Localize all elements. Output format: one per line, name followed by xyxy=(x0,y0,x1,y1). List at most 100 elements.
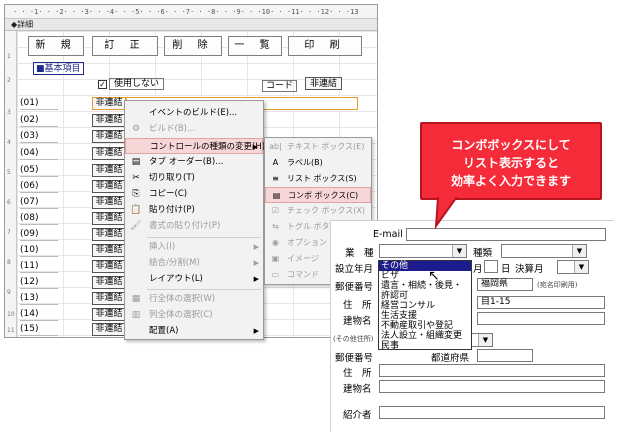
building2-field[interactable] xyxy=(379,380,605,393)
mouse-cursor-icon: ↖ xyxy=(428,268,440,284)
day-field[interactable] xyxy=(484,260,498,273)
dropdown-option[interactable]: 不動産取引や登記 xyxy=(379,321,471,331)
row-field[interactable]: 非連結 xyxy=(92,244,126,257)
prefecture-field[interactable]: 福岡県 xyxy=(477,278,533,291)
row-label: (03) xyxy=(20,130,58,143)
type-combobox[interactable]: ▼ xyxy=(501,244,587,258)
row-field[interactable]: 非連結 xyxy=(92,228,126,241)
row-field[interactable]: 非連結 xyxy=(92,147,126,160)
submenu-item-textbox[interactable]: ab| テキスト ボックス(E) xyxy=(265,139,371,155)
row-label: (08) xyxy=(20,212,58,225)
menu-item-label: レイアウト(L) xyxy=(149,274,203,284)
referrer-label: 紹介者 xyxy=(343,410,372,421)
submenu-item-label[interactable]: A ラベル(B) xyxy=(265,155,371,171)
ruler-tick: 5 xyxy=(7,169,11,176)
label-icon: A xyxy=(272,158,279,167)
menu-item-label: 配置(A) xyxy=(149,326,179,336)
row-label: (14) xyxy=(20,308,58,321)
menu-item-select-row[interactable]: ▦ 行全体の選択(W) xyxy=(125,291,263,307)
delete-button[interactable]: 削 除 xyxy=(164,36,222,56)
row-field[interactable]: 非連結 xyxy=(92,276,126,289)
type-label: 種類 xyxy=(473,248,493,259)
menu-item-label: 貼り付け(P) xyxy=(149,205,195,215)
callout-line: コンボボックスにして xyxy=(451,138,571,152)
ruler-tick: 9 xyxy=(7,289,11,296)
menu-item-tab-order[interactable]: ▤ タブ オーダー(B)... xyxy=(125,154,263,170)
chevron-down-icon[interactable]: ▼ xyxy=(572,245,586,257)
checkbox-unused-label: 使用しない xyxy=(109,78,165,90)
menu-item-layout[interactable]: レイアウト(L) ▶ xyxy=(125,271,263,287)
edit-button[interactable]: 訂 正 xyxy=(92,36,158,56)
menu-item-label: イベントのビルド(E)... xyxy=(149,108,238,118)
menu-item-label: 列全体の選択(C) xyxy=(149,310,213,320)
menu-item-label: タブ オーダー(B)... xyxy=(149,157,224,167)
menu-item-build[interactable]: ⚙ ビルド(B)... xyxy=(125,121,263,137)
menu-item-label: ビルド(B)... xyxy=(149,124,196,134)
print-button[interactable]: 印 刷 xyxy=(288,36,362,56)
menu-item-insert[interactable]: 挿入(I) ▶ xyxy=(125,239,263,255)
new-button[interactable]: 新 規 xyxy=(28,36,84,56)
chevron-down-icon[interactable]: ▼ xyxy=(478,334,492,346)
row-field-selected[interactable]: 非連結 xyxy=(92,97,126,110)
industry-combobox[interactable]: ▼ xyxy=(379,244,467,258)
fiscal-month-combobox[interactable]: ▼ xyxy=(557,260,589,274)
menu-item-arrange[interactable]: 配置(A) ▶ xyxy=(125,323,263,339)
row-field[interactable]: 非連結 xyxy=(92,130,126,143)
address-field[interactable]: 目1-15 xyxy=(477,296,605,309)
row-field[interactable]: 非連結 xyxy=(92,164,126,177)
submenu-item-label: コマンド xyxy=(287,270,319,279)
row-field[interactable]: 非連結 xyxy=(92,292,126,305)
dropdown-option[interactable]: ビザ xyxy=(379,271,471,281)
row-label: (02) xyxy=(20,114,58,127)
menu-item-change-control-type[interactable]: コントロールの種類の変更(H) ▶ xyxy=(125,138,266,154)
row-field[interactable]: 非連結 xyxy=(92,260,126,273)
row-field[interactable]: 非連結 xyxy=(92,196,126,209)
dropdown-option[interactable]: その他 xyxy=(379,261,471,271)
chevron-down-icon[interactable]: ▼ xyxy=(574,261,588,273)
menu-item-paste-format[interactable]: 🖌 書式の貼り付け(P) xyxy=(125,218,263,234)
submenu-arrow-icon: ▶ xyxy=(253,327,259,335)
copy-icon: ⎘ xyxy=(132,189,140,199)
tab-order-icon: ▤ xyxy=(131,157,141,167)
dropdown-option[interactable]: 遺言・相続・後見・ xyxy=(379,281,471,291)
chevron-down-icon[interactable]: ▼ xyxy=(452,245,466,257)
list-button[interactable]: 一 覧 xyxy=(228,36,282,56)
menu-item-paste[interactable]: 📋 貼り付け(P) xyxy=(125,202,263,218)
menu-item-label: コントロールの種類の変更(H) xyxy=(150,142,266,152)
menu-item-cut[interactable]: ✂ 切り取り(T) xyxy=(125,170,263,186)
row-field[interactable]: 非連結 xyxy=(92,114,126,127)
prefecture2-field[interactable] xyxy=(477,349,533,362)
checkbox-unused[interactable]: ✓ xyxy=(98,80,107,89)
building-label: 建物名 xyxy=(343,316,372,327)
dropdown-option[interactable]: 民事 xyxy=(379,341,471,351)
image-icon: ▣ xyxy=(271,254,280,263)
submenu-item-combobox[interactable]: ▤ コンボ ボックス(C) xyxy=(265,187,371,203)
referrer-field[interactable] xyxy=(379,406,605,419)
dropdown-option[interactable]: 許認可 xyxy=(379,291,471,301)
menu-item-merge-split[interactable]: 結合/分割(M) ▶ xyxy=(125,255,263,271)
row-field[interactable]: 非連結 xyxy=(92,308,126,321)
row-label: (01) xyxy=(20,97,58,110)
address2-field[interactable] xyxy=(379,364,605,377)
code-label: コード xyxy=(262,80,298,92)
menu-item-copy[interactable]: ⎘ コピー(C) xyxy=(125,186,263,202)
row-field[interactable]: 非連結 xyxy=(92,180,126,193)
menu-item-build-event[interactable]: イベントのビルド(E)... xyxy=(125,105,263,121)
row-field[interactable]: 非連結 xyxy=(92,212,126,225)
dropdown-option[interactable]: 経営コンサル xyxy=(379,301,471,311)
dropdown-option[interactable]: 法人設立・組織変更 xyxy=(379,331,471,341)
code-field[interactable]: 非連結 xyxy=(305,77,343,90)
building-field[interactable] xyxy=(477,312,605,325)
menu-item-label: 行全体の選択(W) xyxy=(149,294,216,304)
dropdown-option[interactable]: 生活支援 xyxy=(379,311,471,321)
callout-line: リスト表示すると xyxy=(462,156,559,170)
submenu-item-checkbox[interactable]: ☑ チェック ボックス(X) xyxy=(265,203,371,219)
submenu-item-listbox[interactable]: ≡ リスト ボックス(S) xyxy=(265,171,371,187)
submenu-arrow-icon: ▶ xyxy=(253,275,259,283)
menu-item-select-column[interactable]: ▥ 列全体の選択(C) xyxy=(125,307,263,323)
row-field[interactable]: 非連結 xyxy=(92,323,126,336)
textbox-icon: ab| xyxy=(269,142,282,151)
detail-section-bar[interactable]: ◆詳細 xyxy=(5,19,377,31)
ruler-tick: 3 xyxy=(7,109,11,116)
format-painter-icon: 🖌 xyxy=(130,221,142,231)
